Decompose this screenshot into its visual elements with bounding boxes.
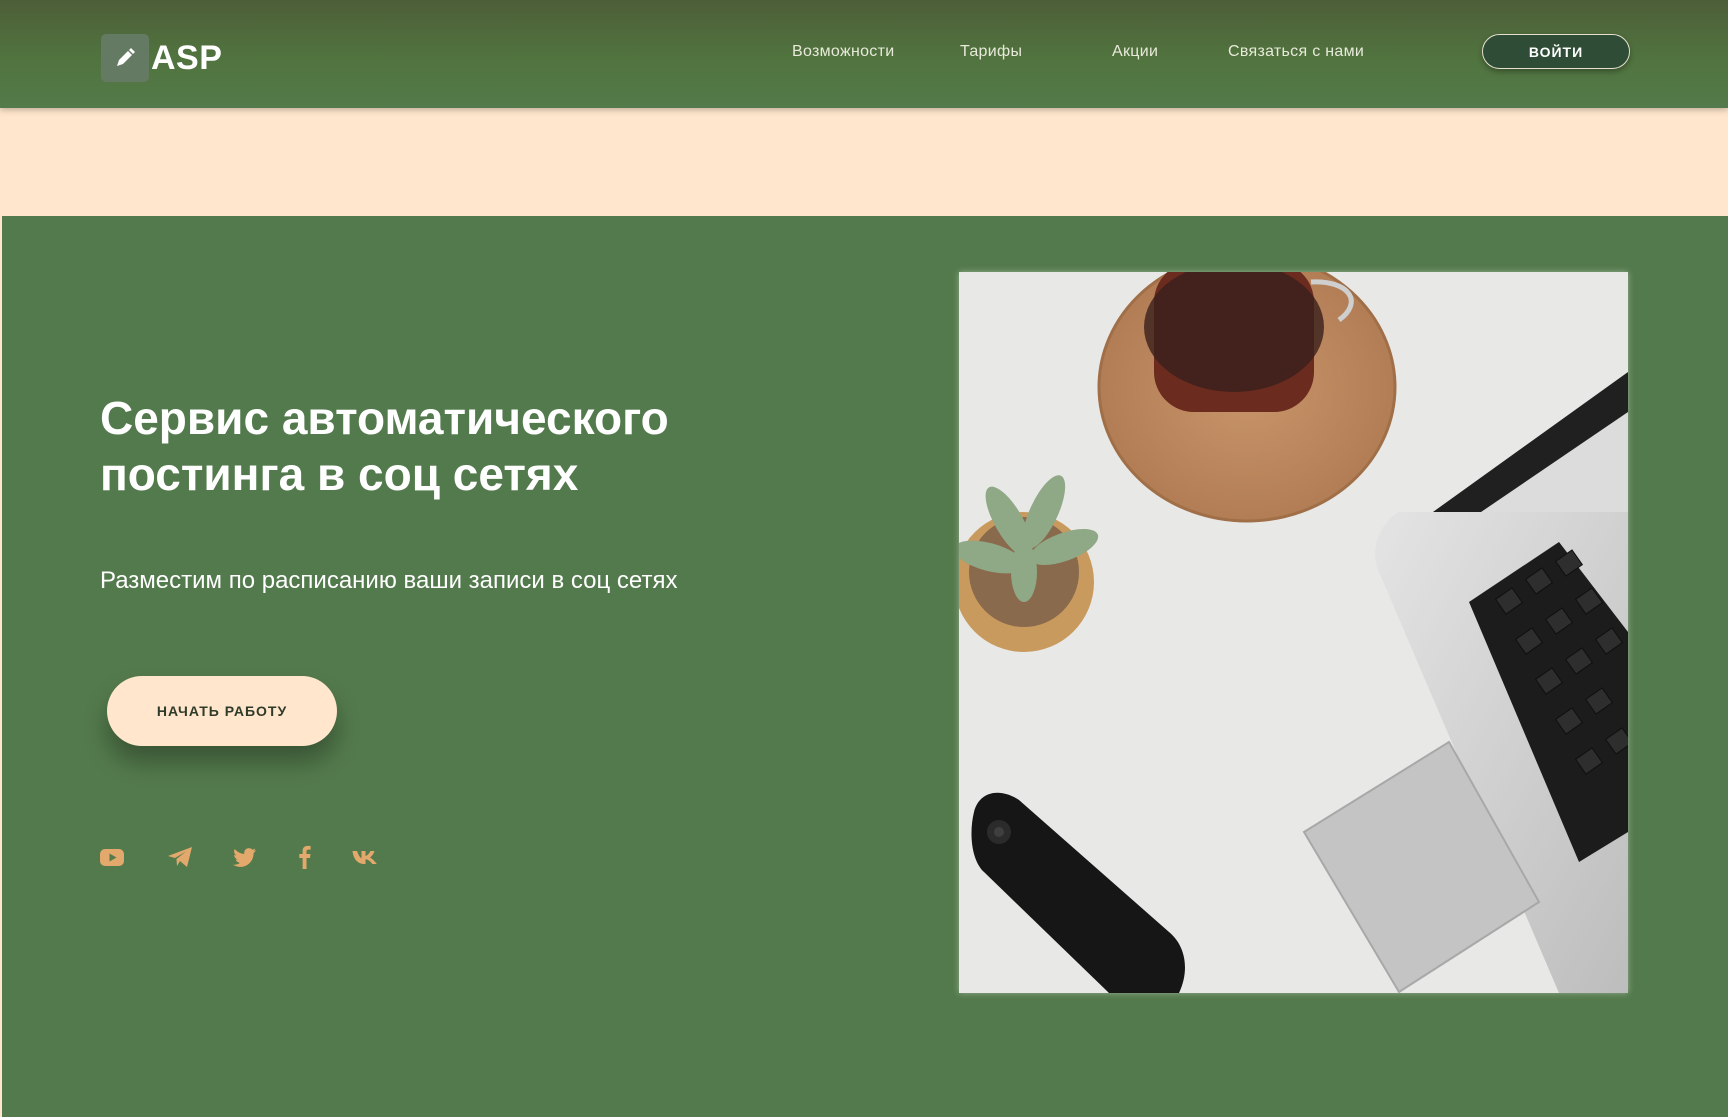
top-navbar: ASP Возможности Тарифы Акции Связаться с… — [0, 0, 1728, 108]
logo[interactable]: ASP — [101, 34, 222, 82]
pen-icon — [101, 34, 149, 82]
nav-pricing[interactable]: Тарифы — [960, 43, 1022, 61]
desk-laptop-coffee-photo — [959, 272, 1628, 993]
logo-text: ASP — [151, 38, 223, 77]
nav-contact[interactable]: Связаться с нами — [1228, 43, 1364, 61]
nav-features[interactable]: Возможности — [792, 43, 894, 61]
nav-promotions[interactable]: Акции — [1112, 43, 1158, 61]
telegram-icon[interactable] — [166, 843, 194, 871]
login-button[interactable]: ВОЙТИ — [1482, 34, 1630, 69]
vk-icon[interactable] — [351, 843, 379, 871]
youtube-icon[interactable] — [98, 843, 126, 871]
facebook-icon[interactable] — [291, 843, 319, 871]
desk-photo-illustration — [959, 272, 1628, 993]
hero-subtitle: Разместим по расписанию ваши записи в со… — [100, 567, 678, 594]
twitter-icon[interactable] — [231, 843, 259, 871]
start-button[interactable]: НАЧАТЬ РАБОТУ — [107, 676, 337, 746]
hero-title: Сервис автоматического постинга в соц се… — [100, 392, 669, 500]
